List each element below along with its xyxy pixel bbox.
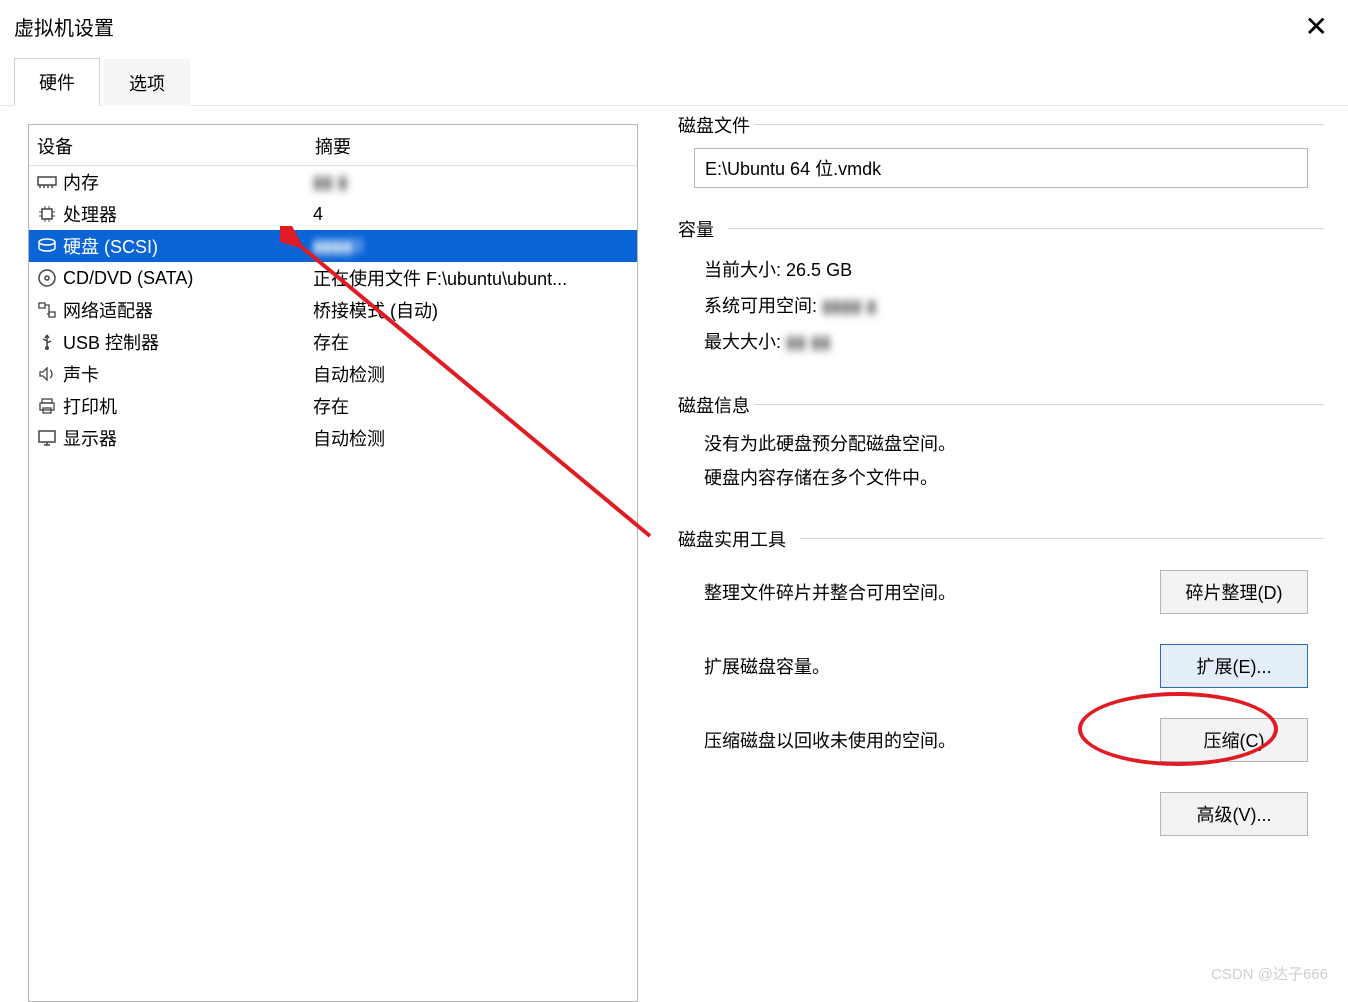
device-summary: 正在使用文件 F:\ubuntu\ubunt... bbox=[313, 265, 631, 291]
device-label: CD/DVD (SATA) bbox=[63, 268, 193, 289]
device-row-memory[interactable]: 内存 ▮▮ ▮ bbox=[29, 166, 637, 198]
tab-bar: 硬件 选项 bbox=[0, 57, 1348, 106]
device-summary: ▮▮ ▮ bbox=[313, 172, 631, 193]
group-diskfile: 磁盘文件 E:\Ubuntu 64 位.vmdk bbox=[678, 124, 1324, 204]
display-icon bbox=[35, 428, 59, 448]
sound-icon bbox=[35, 364, 59, 384]
free-space-label: 系统可用空间: bbox=[704, 296, 817, 316]
device-summary: 存在 bbox=[313, 329, 631, 355]
tab-hardware[interactable]: 硬件 bbox=[14, 58, 100, 106]
group-label: 磁盘实用工具 bbox=[678, 526, 792, 552]
close-button[interactable]: ✕ bbox=[1299, 10, 1334, 43]
max-size-value: ▮▮ ▮▮ bbox=[786, 332, 831, 352]
advanced-button[interactable]: 高级(V)... bbox=[1160, 792, 1308, 836]
device-summary: ▮▮▮▮3 bbox=[313, 236, 631, 257]
device-row-usb[interactable]: USB 控制器 存在 bbox=[29, 326, 637, 358]
cpu-icon bbox=[35, 204, 59, 224]
group-label: 磁盘文件 bbox=[678, 112, 756, 138]
max-size-label: 最大大小: bbox=[704, 332, 781, 352]
defrag-desc: 整理文件碎片并整合可用空间。 bbox=[704, 579, 956, 605]
device-summary: 桥接模式 (自动) bbox=[313, 297, 631, 323]
current-size-value: 26.5 GB bbox=[786, 260, 852, 280]
diskfile-path-input[interactable]: E:\Ubuntu 64 位.vmdk bbox=[694, 148, 1308, 188]
device-list: 设备 摘要 内存 ▮▮ ▮ 处理器 4 bbox=[28, 124, 638, 1002]
device-label: 显示器 bbox=[63, 425, 117, 451]
free-space-value: ▮▮▮▮ ▮ bbox=[822, 296, 877, 316]
compact-desc: 压缩磁盘以回收未使用的空间。 bbox=[704, 727, 956, 753]
device-label: 打印机 bbox=[63, 393, 117, 419]
device-row-display[interactable]: 显示器 自动检测 bbox=[29, 422, 637, 454]
expand-button[interactable]: 扩展(E)... bbox=[1160, 644, 1308, 688]
watermark: CSDN @达子666 bbox=[1211, 963, 1328, 984]
header-summary: 摘要 bbox=[315, 133, 629, 159]
diskinfo-line1: 没有为此硬盘预分配磁盘空间。 bbox=[704, 430, 1308, 456]
device-row-disk[interactable]: 硬盘 (SCSI) ▮▮▮▮3 bbox=[29, 230, 637, 262]
defrag-button[interactable]: 碎片整理(D) bbox=[1160, 570, 1308, 614]
device-label: 网络适配器 bbox=[63, 297, 153, 323]
device-row-sound[interactable]: 声卡 自动检测 bbox=[29, 358, 637, 390]
expand-desc: 扩展磁盘容量。 bbox=[704, 653, 830, 679]
cd-icon bbox=[35, 268, 59, 288]
device-summary: 存在 bbox=[313, 393, 631, 419]
group-label: 磁盘信息 bbox=[678, 392, 756, 418]
network-icon bbox=[35, 300, 59, 320]
device-label: 声卡 bbox=[63, 361, 99, 387]
device-summary: 4 bbox=[313, 204, 631, 225]
group-capacity: 容量 当前大小: 26.5 GB 系统可用空间: ▮▮▮▮ ▮ 最大大小: ▮▮… bbox=[678, 228, 1324, 380]
current-size-label: 当前大小: bbox=[704, 260, 781, 280]
device-row-printer[interactable]: 打印机 存在 bbox=[29, 390, 637, 422]
device-label: 硬盘 (SCSI) bbox=[63, 233, 158, 259]
window-title: 虚拟机设置 bbox=[14, 12, 114, 41]
device-label: 处理器 bbox=[63, 201, 117, 227]
group-diskinfo: 磁盘信息 没有为此硬盘预分配磁盘空间。 硬盘内容存储在多个文件中。 bbox=[678, 404, 1324, 514]
header-device: 设备 bbox=[37, 133, 315, 159]
printer-icon bbox=[35, 396, 59, 416]
device-row-cddvd[interactable]: CD/DVD (SATA) 正在使用文件 F:\ubuntu\ubunt... bbox=[29, 262, 637, 294]
compact-button[interactable]: 压缩(C) bbox=[1160, 718, 1308, 762]
disk-icon bbox=[35, 238, 59, 254]
tab-options[interactable]: 选项 bbox=[104, 59, 190, 106]
device-label: USB 控制器 bbox=[63, 329, 159, 355]
device-row-cpu[interactable]: 处理器 4 bbox=[29, 198, 637, 230]
usb-icon bbox=[35, 332, 59, 352]
memory-icon bbox=[35, 174, 59, 190]
device-summary: 自动检测 bbox=[313, 425, 631, 451]
group-tools: 磁盘实用工具 整理文件碎片并整合可用空间。 碎片整理(D) 扩展磁盘容量。 扩展… bbox=[678, 538, 1324, 852]
group-label: 容量 bbox=[678, 216, 720, 242]
diskinfo-line2: 硬盘内容存储在多个文件中。 bbox=[704, 464, 1308, 490]
device-row-network[interactable]: 网络适配器 桥接模式 (自动) bbox=[29, 294, 637, 326]
device-summary: 自动检测 bbox=[313, 361, 631, 387]
device-label: 内存 bbox=[63, 169, 99, 195]
